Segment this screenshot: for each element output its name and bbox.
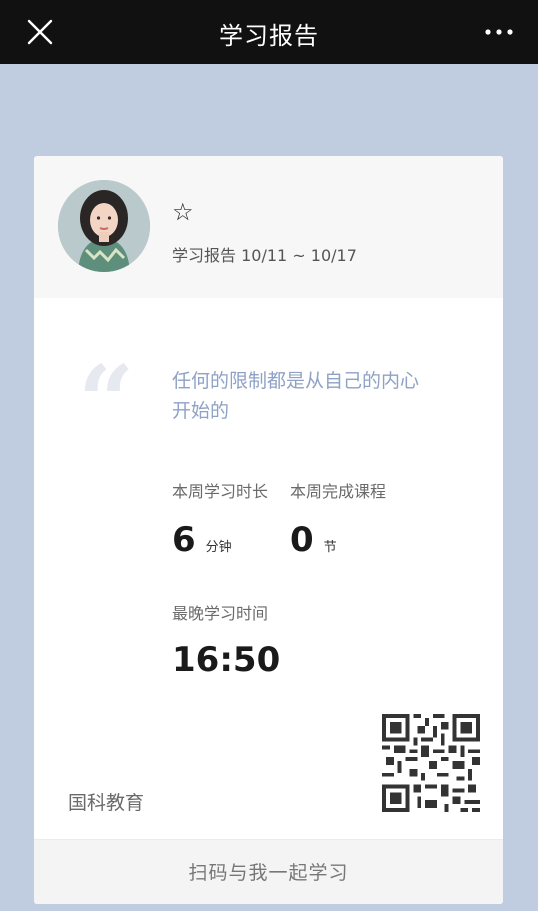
quote-line-1: 任何的限制都是从自己的内心 [172,370,420,392]
latest-time-label: 最晚学习时间 [172,604,269,623]
qr-code-icon [382,714,480,812]
avatar [58,180,150,272]
latest-time-value: 16:50 [172,640,281,680]
report-range: 学习报告 10/11 ~ 10/17 [172,246,357,265]
avatar-photo-icon [58,180,150,272]
weekly-time-label: 本周学习时长 [172,482,269,501]
weekly-time-unit: 分钟 [205,540,232,555]
brand-name: 国科教育 [68,792,145,814]
weekly-courses-stat: 0节 [290,520,337,560]
top-bar: 学习报告 [0,0,538,64]
quote-line-2: 开始的 [172,400,230,422]
report-card: ☆ 学习报告 10/11 ~ 10/17 “ 任何的限制都是从自己的内心 开始的… [34,156,503,904]
more-icon[interactable] [484,22,514,42]
weekly-courses-value: 0 [290,520,314,560]
quote-text: 任何的限制都是从自己的内心 开始的 [172,366,462,426]
page-title: 学习报告 [219,22,319,50]
weekly-time-stat: 6 分钟 [172,520,232,560]
scan-cta-text: 扫码与我一起学习 [188,862,349,884]
user-name: ☆ [172,198,194,226]
weekly-time-value: 6 [172,520,196,560]
weekly-courses-unit: 节 [323,540,337,555]
quote-mark-icon: “ [78,345,135,460]
profile-header: ☆ 学习报告 10/11 ~ 10/17 [34,156,503,298]
weekly-courses-label: 本周完成课程 [290,482,387,501]
share-footer[interactable]: 扫码与我一起学习 [34,839,503,904]
